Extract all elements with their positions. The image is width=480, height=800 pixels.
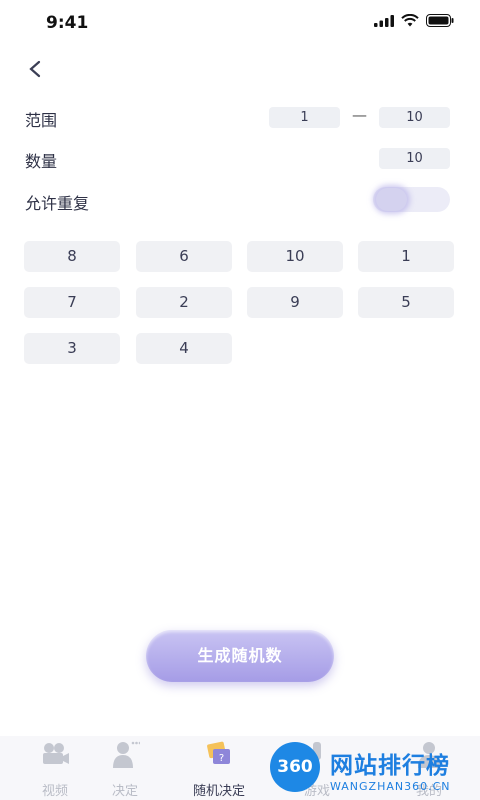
tab-label: 视频 — [41, 784, 68, 799]
result-cell: 5 — [358, 287, 454, 318]
range-separator: — — [352, 106, 367, 124]
battery-icon — [426, 14, 454, 27]
tab-decide[interactable]: 决定 — [90, 736, 160, 800]
tab-random-decide[interactable]: ? 随机决定 — [184, 736, 254, 800]
watermark-badge: 360 — [270, 742, 320, 792]
result-cell: 7 — [24, 287, 120, 318]
result-cell: 2 — [136, 287, 232, 318]
tab-label: 随机决定 — [192, 784, 245, 799]
toggle-knob — [376, 188, 407, 211]
generate-button[interactable]: 生成随机数 — [146, 630, 334, 682]
svg-text:?: ? — [219, 753, 224, 764]
status-icons — [374, 14, 454, 27]
watermark-title: 网站排行榜 — [330, 753, 450, 779]
video-camera-icon — [43, 743, 69, 764]
range-min-input[interactable]: 1 — [269, 107, 340, 128]
random-card-icon: ? — [207, 741, 230, 764]
status-bar: 9:41 — [0, 0, 480, 46]
status-time: 9:41 — [46, 13, 89, 33]
back-button[interactable] — [24, 56, 50, 82]
range-label: 范围 — [25, 111, 58, 130]
chevron-left-icon — [29, 60, 41, 78]
signal-icon — [374, 14, 394, 27]
tab-video[interactable]: 视频 — [20, 736, 90, 800]
tab-label: 决定 — [111, 784, 138, 799]
result-cell: 6 — [136, 241, 232, 272]
person-thinking-icon — [113, 741, 140, 768]
result-cell: 4 — [136, 333, 232, 364]
result-cell: 10 — [247, 241, 343, 272]
result-cell: 3 — [24, 333, 120, 364]
wifi-icon — [401, 14, 419, 27]
watermark-subtitle: WANGZHAN360.CN — [330, 780, 451, 793]
repeat-toggle[interactable] — [373, 187, 450, 212]
watermark: 360 网站排行榜 WANGZHAN360.CN — [266, 742, 480, 800]
count-label: 数量 — [25, 152, 58, 171]
result-cell: 8 — [24, 241, 120, 272]
count-input[interactable]: 10 — [379, 148, 450, 169]
result-cell: 1 — [358, 241, 454, 272]
range-max-input[interactable]: 10 — [379, 107, 450, 128]
repeat-label: 允许重复 — [25, 194, 90, 213]
result-cell: 9 — [247, 287, 343, 318]
